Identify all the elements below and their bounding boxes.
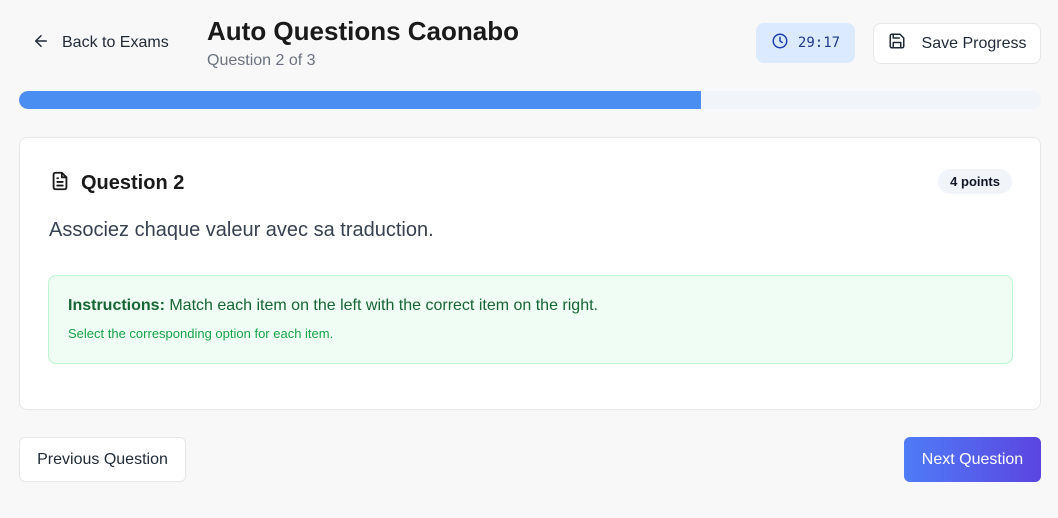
save-progress-button[interactable]: Save Progress bbox=[873, 23, 1041, 64]
back-to-exams-label: Back to Exams bbox=[62, 34, 169, 51]
question-counter: Question 2 of 3 bbox=[207, 52, 316, 69]
floppy-disk-icon bbox=[888, 32, 906, 55]
question-text: Associez chaque valeur avec sa traductio… bbox=[49, 219, 434, 241]
instructions-box: Instructions: Match each item on the lef… bbox=[48, 275, 1013, 364]
exam-progress-bar bbox=[19, 91, 1041, 109]
back-to-exams-link[interactable]: Back to Exams bbox=[20, 22, 181, 64]
exam-header: Back to Exams Auto Questions Caonabo Que… bbox=[0, 0, 1058, 90]
instructions-subtext: Select the corresponding option for each… bbox=[68, 326, 334, 341]
question-header: Question 2 bbox=[49, 170, 184, 197]
instructions-text: Match each item on the left with the cor… bbox=[164, 297, 598, 314]
points-badge: 4 points bbox=[938, 169, 1012, 194]
instructions-line: Instructions: Match each item on the lef… bbox=[68, 296, 993, 316]
timer-value: 29:17 bbox=[797, 35, 841, 51]
exam-progress-fill bbox=[19, 91, 701, 109]
arrow-left-icon bbox=[32, 32, 50, 55]
countdown-timer: 29:17 bbox=[756, 23, 855, 63]
page-title: Auto Questions Caonabo bbox=[207, 16, 519, 46]
next-question-button[interactable]: Next Question bbox=[904, 437, 1041, 482]
document-icon bbox=[49, 170, 71, 197]
clock-icon bbox=[771, 32, 789, 54]
previous-question-button[interactable]: Previous Question bbox=[19, 437, 186, 482]
question-title: Question 2 bbox=[81, 172, 185, 194]
save-progress-label: Save Progress bbox=[921, 34, 1027, 52]
exam-title-block: Auto Questions Caonabo Question 2 of 3 bbox=[207, 16, 519, 70]
instructions-label: Instructions: bbox=[68, 297, 165, 314]
question-card: Question 2 4 points Associez chaque vale… bbox=[19, 137, 1041, 410]
